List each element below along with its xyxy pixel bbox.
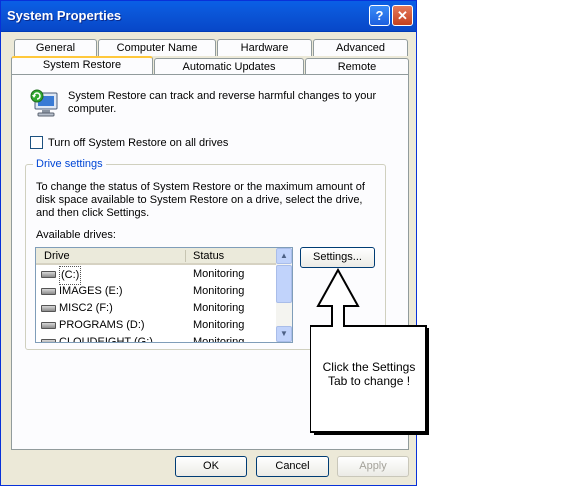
scroll-down-icon[interactable]: ▼: [276, 326, 292, 342]
tab-advanced[interactable]: Advanced: [313, 39, 408, 56]
drive-name: CLOUDEIGHT (G:): [59, 336, 153, 343]
turn-off-checkbox-row[interactable]: Turn off System Restore on all drives: [30, 136, 228, 149]
drive-settings-description: To change the status of System Restore o…: [36, 181, 365, 219]
drive-icon: [41, 288, 56, 295]
drive-icon: [41, 322, 56, 329]
cancel-button[interactable]: Cancel: [256, 456, 329, 477]
drive-settings-label: Drive settings: [33, 158, 106, 170]
tab-hardware[interactable]: Hardware: [217, 39, 312, 56]
scroll-thumb[interactable]: [276, 265, 292, 303]
drive-name: PROGRAMS (D:): [59, 319, 145, 331]
scroll-up-icon[interactable]: ▲: [276, 248, 292, 264]
annotation-arrow-callout: [310, 268, 429, 435]
column-divider: [185, 250, 186, 262]
ok-button[interactable]: OK: [175, 456, 247, 477]
turn-off-checkbox-label: Turn off System Restore on all drives: [48, 136, 229, 149]
annotation-text: Click the Settings Tab to change !: [322, 360, 416, 388]
available-drives-label: Available drives:: [36, 229, 116, 241]
drive-name: IMAGES (E:): [59, 285, 123, 297]
settings-button[interactable]: Settings...: [300, 247, 375, 268]
tab-general[interactable]: General: [14, 39, 97, 56]
drive-icon: [41, 339, 56, 342]
tab-computer-name[interactable]: Computer Name: [98, 39, 216, 56]
title-bar[interactable]: System Properties ? ✕: [1, 1, 416, 32]
tab-system-restore[interactable]: System Restore: [11, 56, 153, 75]
drive-status: Monitoring: [193, 285, 245, 297]
tab-remote[interactable]: Remote: [305, 58, 409, 75]
list-scrollbar[interactable]: ▲ ▼: [276, 248, 292, 342]
drive-name: MISC2 (F:): [59, 302, 113, 314]
help-button[interactable]: ?: [369, 5, 390, 26]
tab-strip: General Computer Name Hardware Advanced …: [11, 39, 409, 75]
drive-status: Monitoring: [193, 268, 245, 280]
column-status[interactable]: Status: [193, 250, 224, 262]
drive-status: Monitoring: [193, 302, 245, 314]
drive-icon: [41, 305, 56, 312]
list-item[interactable]: MISC2 (F:) Monitoring: [36, 300, 276, 317]
drive-status: Monitoring: [193, 319, 245, 331]
list-item[interactable]: (C:) Monitoring: [36, 266, 276, 285]
apply-button[interactable]: Apply: [337, 456, 409, 477]
turn-off-checkbox[interactable]: [30, 136, 43, 149]
intro-text: System Restore can track and reverse har…: [68, 90, 377, 115]
list-item[interactable]: IMAGES (E:) Monitoring: [36, 283, 276, 300]
tab-automatic-updates[interactable]: Automatic Updates: [154, 58, 304, 75]
window-title: System Properties: [7, 8, 122, 23]
drive-status: Monitoring: [193, 336, 245, 343]
column-drive[interactable]: Drive: [44, 250, 70, 262]
drive-icon: [41, 271, 56, 278]
list-header: Drive Status: [36, 248, 276, 265]
drives-list[interactable]: Drive Status (C:) Monitoring IMAGES (E:)…: [35, 247, 293, 343]
close-button[interactable]: ✕: [392, 5, 413, 26]
system-restore-icon: [30, 89, 58, 117]
list-item[interactable]: CLOUDEIGHT (G:) Monitoring: [36, 334, 276, 343]
list-item[interactable]: PROGRAMS (D:) Monitoring: [36, 317, 276, 334]
